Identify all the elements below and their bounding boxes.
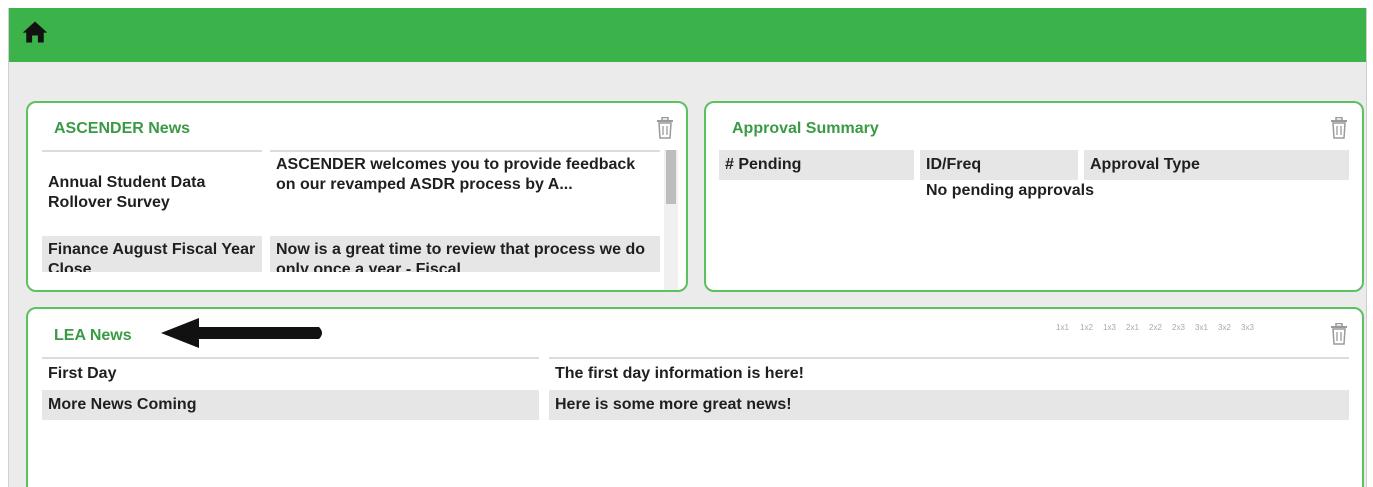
news-item-summary[interactable]: The first day information is here! [555, 364, 1345, 384]
size-option-3x2[interactable]: 3x2 [1218, 323, 1231, 332]
dashboard: ASCENDER News Annual Student Data Rollov… [8, 8, 1367, 487]
size-option-2x2[interactable]: 2x2 [1149, 323, 1162, 332]
column-header-id-freq[interactable]: ID/Freq [920, 150, 1078, 180]
size-option-3x3[interactable]: 3x3 [1241, 323, 1254, 332]
news-item-summary[interactable]: Here is some more great news! [549, 390, 1349, 420]
size-option-3x1[interactable]: 3x1 [1195, 323, 1208, 332]
annotation-arrow-icon [161, 318, 322, 348]
panel-title: Approval Summary [732, 120, 879, 137]
empty-message: No pending approvals [926, 182, 1095, 199]
news-item-summary[interactable]: Now is a great time to review that proce… [270, 236, 660, 272]
trash-icon[interactable] [1330, 117, 1348, 139]
size-option-1x3[interactable]: 1x3 [1103, 323, 1116, 332]
size-option-2x3[interactable]: 2x3 [1172, 323, 1185, 332]
news-item-headline[interactable]: Annual Student Data Rollover Survey [48, 173, 262, 213]
column-header-approval-type[interactable]: Approval Type [1084, 150, 1349, 180]
ascender-news-panel: ASCENDER News Annual Student Data Rollov… [26, 101, 688, 292]
panel-title: LEA News [54, 327, 132, 344]
home-icon[interactable] [21, 18, 49, 46]
trash-icon[interactable] [1330, 323, 1348, 345]
approval-summary-panel: Approval Summary # Pending ID/Freq Appro… [704, 101, 1364, 292]
news-item-headline[interactable]: More News Coming [42, 390, 539, 420]
panel-title: ASCENDER News [54, 120, 191, 137]
top-bar [9, 8, 1366, 62]
size-option-1x2[interactable]: 1x2 [1080, 323, 1093, 332]
news-item-headline[interactable]: Finance August Fiscal Year Close [42, 236, 262, 272]
scrollbar-thumb[interactable] [666, 150, 676, 204]
news-item-headline[interactable]: First Day [48, 364, 538, 384]
news-item-summary[interactable]: ASCENDER welcomes you to provide feedbac… [276, 155, 656, 195]
size-option-1x1[interactable]: 1x1 [1056, 323, 1069, 332]
trash-icon[interactable] [656, 117, 674, 139]
size-option-2x1[interactable]: 2x1 [1126, 323, 1139, 332]
column-header-pending[interactable]: # Pending [719, 150, 914, 180]
